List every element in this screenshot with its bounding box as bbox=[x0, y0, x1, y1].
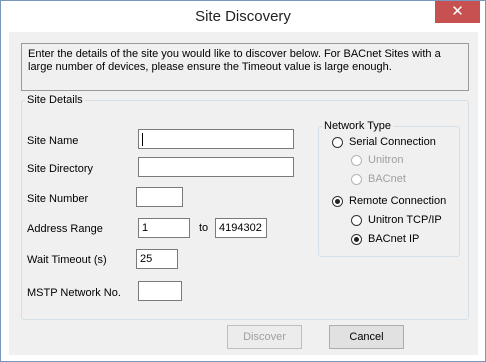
remote-bacnet-ip-radio[interactable]: BACnet IP bbox=[351, 233, 419, 245]
dialog-body: Enter the details of the site you would … bbox=[9, 32, 478, 355]
intro-text: Enter the details of the site you would … bbox=[21, 43, 469, 91]
site-directory-label: Site Directory bbox=[27, 163, 94, 175]
site-discovery-dialog: Site Discovery ✕ Enter the details of th… bbox=[0, 0, 486, 362]
radio-icon bbox=[351, 173, 362, 185]
close-icon: ✕ bbox=[451, 3, 464, 20]
radio-icon bbox=[351, 154, 362, 166]
wait-timeout-label: Wait Timeout (s) bbox=[27, 254, 107, 266]
window-title: Site Discovery bbox=[195, 8, 291, 25]
mstp-network-label: MSTP Network No. bbox=[27, 287, 121, 299]
serial-unitron-radio[interactable]: Unitron bbox=[351, 154, 403, 166]
site-details-legend: Site Details bbox=[27, 94, 83, 106]
radio-icon bbox=[351, 214, 362, 226]
address-range-to-input[interactable]: 4194302 bbox=[215, 218, 267, 238]
radio-icon bbox=[332, 136, 343, 148]
address-range-to-label: to bbox=[199, 222, 209, 234]
serial-connection-radio[interactable]: Serial Connection bbox=[332, 136, 436, 148]
title-bar[interactable]: Site Discovery ✕ bbox=[1, 1, 485, 31]
mstp-network-input[interactable] bbox=[138, 281, 182, 301]
network-type-legend: Network Type bbox=[324, 120, 392, 132]
remote-unitron-tcpip-radio[interactable]: Unitron TCP/IP bbox=[351, 214, 442, 226]
discover-button[interactable]: Discover bbox=[227, 325, 302, 349]
remote-connection-radio[interactable]: Remote Connection bbox=[332, 195, 446, 207]
site-directory-input[interactable] bbox=[138, 157, 294, 177]
address-range-from-input[interactable]: 1 bbox=[138, 218, 190, 238]
radio-icon bbox=[332, 195, 343, 207]
serial-bacnet-radio[interactable]: BACnet bbox=[351, 173, 406, 185]
site-name-input[interactable] bbox=[138, 129, 294, 149]
site-number-input[interactable] bbox=[136, 187, 183, 207]
site-number-label: Site Number bbox=[27, 193, 89, 205]
radio-icon bbox=[351, 233, 362, 245]
cancel-button[interactable]: Cancel bbox=[329, 325, 404, 349]
wait-timeout-input[interactable]: 25 bbox=[136, 249, 178, 269]
close-button[interactable]: ✕ bbox=[435, 1, 480, 23]
address-range-label: Address Range bbox=[27, 223, 103, 235]
site-name-label: Site Name bbox=[27, 135, 79, 147]
text-caret bbox=[142, 132, 143, 146]
